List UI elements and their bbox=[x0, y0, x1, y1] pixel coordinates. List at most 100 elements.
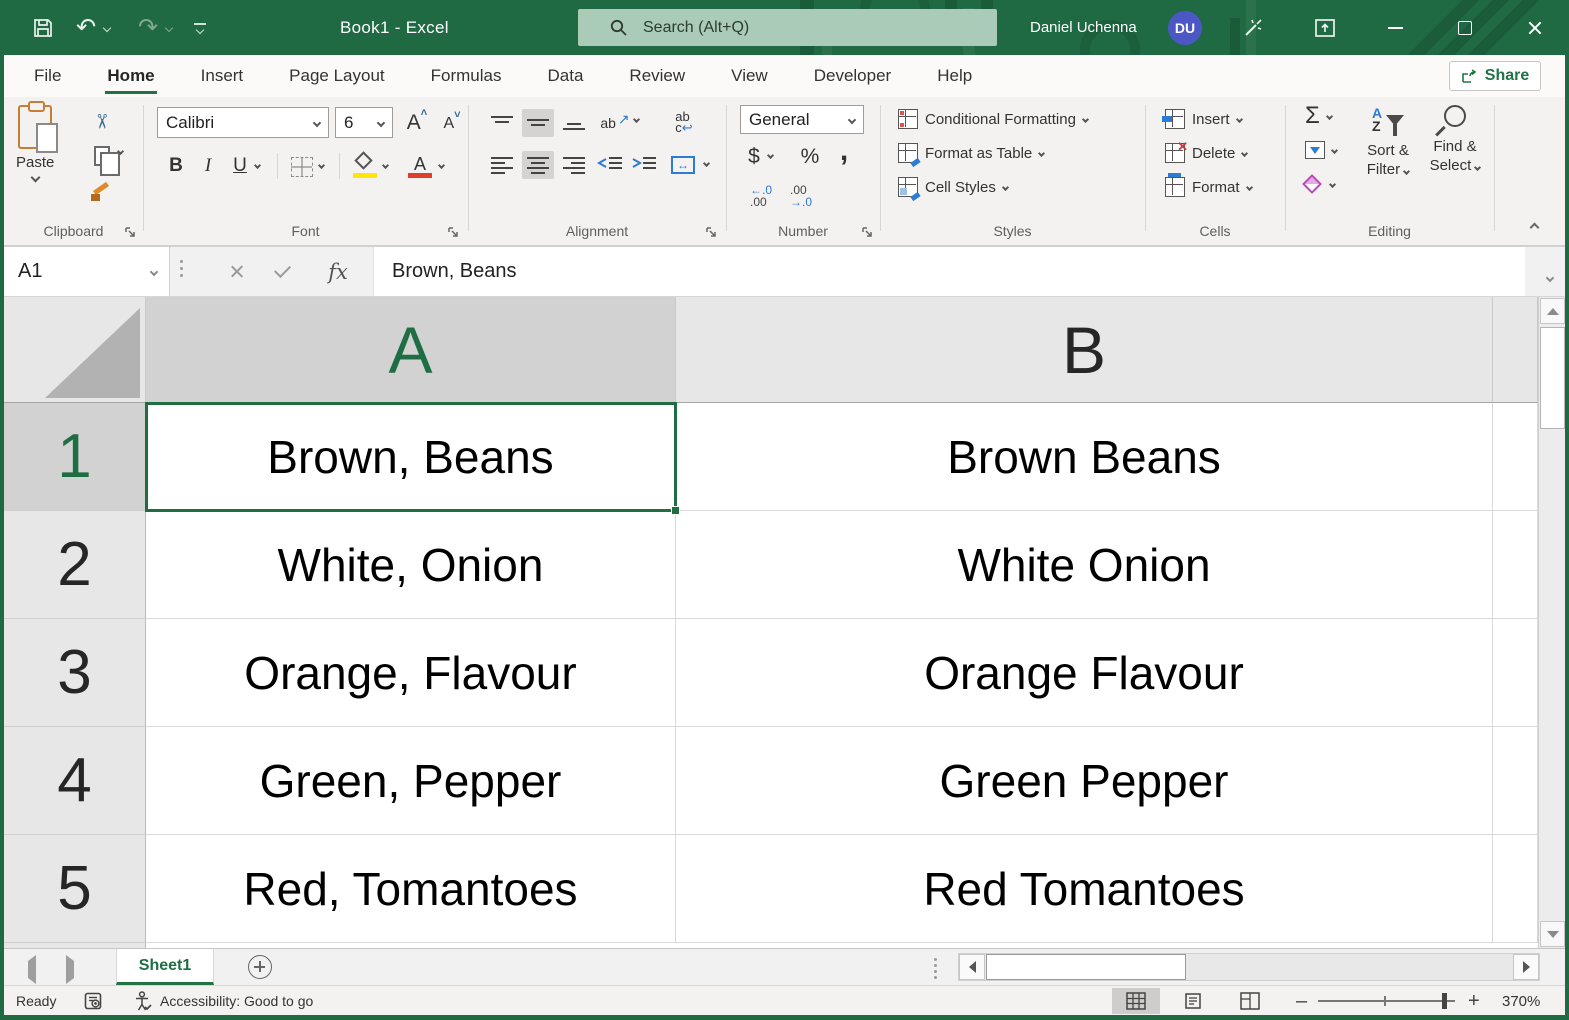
paste-button[interactable]: Paste bbox=[16, 105, 54, 181]
cell-b1[interactable]: Brown Beans bbox=[676, 403, 1493, 511]
borders-button[interactable] bbox=[289, 155, 315, 179]
undo-icon[interactable]: ↶ bbox=[72, 0, 100, 55]
customize-quick-access-icon[interactable] bbox=[194, 0, 206, 55]
tab-developer[interactable]: Developer bbox=[810, 55, 896, 97]
cell-c3-partial[interactable] bbox=[1493, 619, 1538, 727]
horizontal-scrollbar[interactable] bbox=[958, 953, 1540, 981]
middle-align-button[interactable] bbox=[522, 109, 554, 137]
cell-c5-partial[interactable] bbox=[1493, 835, 1538, 943]
align-left-button[interactable] bbox=[486, 151, 518, 179]
zoom-in-button[interactable]: + bbox=[1468, 986, 1480, 1016]
fill-color-dropdown-icon[interactable] bbox=[383, 163, 388, 168]
font-color-dropdown-icon[interactable] bbox=[439, 163, 444, 168]
tab-home[interactable]: Home bbox=[103, 55, 158, 97]
conditional-formatting-button[interactable]: Conditional Formatting bbox=[898, 109, 1088, 129]
formula-bar-gripper[interactable] bbox=[180, 260, 183, 277]
name-box[interactable]: A1 bbox=[4, 247, 170, 296]
format-cells-button[interactable]: Format bbox=[1165, 177, 1252, 197]
bottom-align-button[interactable] bbox=[558, 109, 590, 137]
font-dialog-launcher-icon[interactable] bbox=[447, 226, 460, 239]
alignment-dialog-launcher-icon[interactable] bbox=[705, 226, 718, 239]
comma-style-button[interactable]: , bbox=[834, 137, 854, 165]
accounting-format-button[interactable]: $ bbox=[744, 143, 764, 171]
tab-file[interactable]: File bbox=[30, 55, 65, 97]
tab-formulas[interactable]: Formulas bbox=[427, 55, 506, 97]
sheet-tab-sheet1[interactable]: Sheet1 bbox=[116, 949, 214, 985]
accounting-dropdown-icon[interactable] bbox=[768, 153, 773, 158]
cell-a5[interactable]: Red, Tomantoes bbox=[146, 835, 676, 943]
previous-sheet-icon[interactable] bbox=[28, 961, 36, 979]
save-icon[interactable] bbox=[28, 0, 58, 55]
insert-cells-button[interactable]: Insert bbox=[1165, 109, 1242, 129]
clipboard-dialog-launcher-icon[interactable] bbox=[124, 226, 137, 239]
scroll-right-icon[interactable] bbox=[1513, 954, 1539, 980]
cell-b4[interactable]: Green Pepper bbox=[676, 727, 1493, 835]
find-select-button[interactable]: Find & Select bbox=[1423, 105, 1487, 175]
tab-bar-gripper[interactable] bbox=[934, 958, 937, 979]
zoom-slider[interactable] bbox=[1318, 1000, 1455, 1002]
increase-decimal-button[interactable]: ←.0.00 bbox=[744, 181, 778, 211]
cell-b3[interactable]: Orange Flavour bbox=[676, 619, 1493, 727]
normal-view-button[interactable] bbox=[1112, 988, 1160, 1014]
name-box-dropdown-icon[interactable] bbox=[150, 267, 158, 275]
underline-dropdown-icon[interactable] bbox=[255, 163, 260, 168]
cell-b2[interactable]: White Onion bbox=[676, 511, 1493, 619]
row-header-5[interactable]: 5 bbox=[4, 835, 146, 943]
whats-new-wand-icon[interactable] bbox=[1238, 0, 1268, 55]
number-format-select[interactable]: General bbox=[740, 105, 864, 134]
cell-a4[interactable]: Green, Pepper bbox=[146, 727, 676, 835]
clear-button[interactable] bbox=[1305, 177, 1335, 191]
autosum-button[interactable]: Σ bbox=[1305, 105, 1332, 127]
vertical-scrollbar[interactable] bbox=[1538, 297, 1565, 948]
orientation-button[interactable]: ab ↗ bbox=[598, 109, 632, 137]
font-color-button[interactable]: A bbox=[405, 151, 435, 181]
merge-center-button[interactable]: ↔ bbox=[666, 151, 700, 179]
font-size-select[interactable]: 6 bbox=[335, 107, 393, 138]
tab-page-layout[interactable]: Page Layout bbox=[285, 55, 388, 97]
column-header-partial[interactable] bbox=[1493, 297, 1538, 403]
copy-dropdown-icon[interactable] bbox=[118, 149, 123, 154]
tab-review[interactable]: Review bbox=[625, 55, 689, 97]
italic-button[interactable]: I bbox=[197, 151, 219, 181]
ribbon-display-options-icon[interactable] bbox=[1310, 0, 1340, 55]
format-painter-button[interactable] bbox=[88, 181, 116, 205]
redo-icon[interactable]: ↷ bbox=[134, 0, 162, 55]
cell-c4-partial[interactable] bbox=[1493, 727, 1538, 835]
cell-c2-partial[interactable] bbox=[1493, 511, 1538, 619]
undo-dropdown-icon[interactable] bbox=[104, 0, 110, 55]
share-button[interactable]: Share bbox=[1449, 61, 1541, 91]
scroll-left-icon[interactable] bbox=[959, 954, 985, 980]
merge-center-dropdown-icon[interactable] bbox=[704, 161, 709, 166]
row-header-1[interactable]: 1 bbox=[4, 403, 146, 511]
fill-button[interactable] bbox=[1305, 141, 1337, 159]
column-header-a[interactable]: A bbox=[146, 297, 676, 403]
underline-button[interactable]: U bbox=[227, 151, 253, 181]
page-break-preview-button[interactable] bbox=[1226, 988, 1274, 1014]
cell-a3[interactable]: Orange, Flavour bbox=[146, 619, 676, 727]
percent-style-button[interactable]: % bbox=[796, 143, 824, 171]
cell-b5[interactable]: Red Tomantoes bbox=[676, 835, 1493, 943]
redo-dropdown-icon[interactable] bbox=[166, 0, 172, 55]
column-header-b[interactable]: B bbox=[676, 297, 1493, 403]
grow-font-button[interactable]: A˄ bbox=[401, 107, 433, 138]
next-sheet-icon[interactable] bbox=[66, 961, 74, 979]
shrink-font-button[interactable]: A˅ bbox=[437, 109, 467, 138]
cut-button[interactable]: ✂ bbox=[88, 109, 114, 133]
zoom-out-button[interactable]: – bbox=[1296, 986, 1307, 1016]
enter-button[interactable] bbox=[262, 247, 302, 296]
decrease-indent-button[interactable] bbox=[594, 151, 626, 179]
scroll-down-icon[interactable] bbox=[1540, 921, 1565, 947]
cell-a2[interactable]: White, Onion bbox=[146, 511, 676, 619]
row-header-2[interactable]: 2 bbox=[4, 511, 146, 619]
decrease-decimal-button[interactable]: .00→.0 bbox=[784, 181, 818, 211]
cell-c1-partial[interactable] bbox=[1493, 403, 1538, 511]
fill-handle[interactable] bbox=[671, 506, 680, 515]
new-sheet-button[interactable] bbox=[248, 955, 272, 979]
user-name[interactable]: Daniel Uchenna bbox=[1030, 0, 1137, 55]
expand-formula-bar-icon[interactable] bbox=[1547, 268, 1553, 286]
cell-styles-button[interactable]: Cell Styles bbox=[898, 177, 1008, 197]
insert-function-button[interactable]: fx bbox=[316, 247, 360, 296]
accessibility-status[interactable]: Accessibility: Good to go bbox=[134, 986, 313, 1016]
borders-dropdown-icon[interactable] bbox=[319, 163, 324, 168]
scroll-up-icon[interactable] bbox=[1540, 298, 1565, 324]
